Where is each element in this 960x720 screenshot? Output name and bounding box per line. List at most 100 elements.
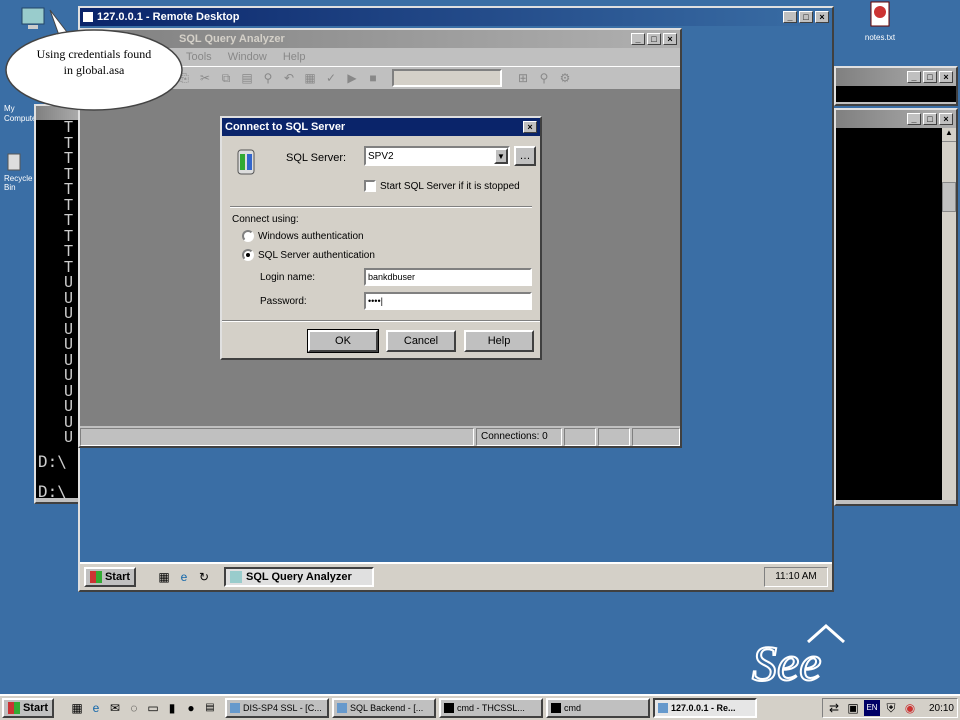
sql-server-icon xyxy=(237,149,255,175)
quicklaunch-folder-icon[interactable]: ▭ xyxy=(145,700,161,716)
quicklaunch-ie-icon[interactable]: e xyxy=(88,700,104,716)
start-if-stopped-checkbox[interactable]: Start SQL Server if it is stopped xyxy=(364,180,520,192)
background-window-right-cmd[interactable]: _ □ × ▲ xyxy=(834,108,958,506)
login-name-label: Login name: xyxy=(260,272,316,283)
close-icon[interactable]: × xyxy=(523,121,537,133)
quicklaunch-desktop-icon[interactable]: ▦ xyxy=(69,700,85,716)
check-icon[interactable]: ✓ xyxy=(323,70,339,86)
refresh-icon[interactable]: ↻ xyxy=(196,569,212,585)
close-icon[interactable]: × xyxy=(815,11,829,23)
taskbar-task-button[interactable]: cmd - THCSSL... xyxy=(439,698,543,718)
minimize-icon[interactable]: _ xyxy=(907,71,921,83)
minimize-icon[interactable]: _ xyxy=(631,33,645,45)
start-button[interactable]: Start xyxy=(2,698,54,718)
inner-task-query-analyzer[interactable]: SQL Query Analyzer xyxy=(224,567,374,587)
system-tray: ⇄ ▣ EN ⛨ ◉ 20:10 xyxy=(822,698,958,718)
minimize-icon[interactable]: _ xyxy=(907,113,921,125)
object-browser-icon[interactable]: ⊞ xyxy=(515,70,531,86)
radio-selected-icon[interactable] xyxy=(242,249,254,261)
help-button[interactable]: Help xyxy=(464,330,534,352)
database-dropdown[interactable] xyxy=(392,69,502,87)
maximize-icon[interactable]: □ xyxy=(647,33,661,45)
maximize-icon[interactable]: □ xyxy=(923,113,937,125)
stop-icon[interactable]: ■ xyxy=(365,70,381,86)
task-app-icon xyxy=(444,703,454,713)
ok-button[interactable]: OK xyxy=(307,329,379,353)
windows-auth-radio[interactable]: Windows authentication xyxy=(242,230,364,242)
recycle-bin-icon xyxy=(7,153,21,171)
find-icon[interactable]: ⚲ xyxy=(260,70,276,86)
quicklaunch-outlook-icon[interactable]: ✉ xyxy=(107,700,123,716)
scrollbar[interactable]: ▲ xyxy=(942,128,956,500)
windows-logo-icon xyxy=(7,702,20,714)
scroll-thumb[interactable] xyxy=(942,182,956,212)
connect-using-label: Connect using: xyxy=(232,214,299,225)
statusbar: Connections: 0 xyxy=(80,428,680,446)
tray-volume-icon[interactable]: ◉ xyxy=(902,700,918,716)
cancel-button[interactable]: Cancel xyxy=(386,330,456,352)
options-icon[interactable]: ⚙ xyxy=(557,70,573,86)
quicklaunch-cmd-icon[interactable]: ▮ xyxy=(164,700,180,716)
tray-en-icon[interactable]: EN xyxy=(864,700,880,716)
notes-icon xyxy=(870,1,890,27)
ie-icon[interactable]: e xyxy=(176,569,192,585)
sql-auth-radio[interactable]: SQL Server authentication xyxy=(242,249,375,261)
taskbar-task-button[interactable]: 127.0.0.1 - Re... xyxy=(653,698,757,718)
desktop-icon-notes[interactable]: notes.txt xyxy=(858,0,902,50)
svg-text:See: See xyxy=(752,635,821,691)
undo-icon[interactable]: ↶ xyxy=(281,70,297,86)
cmd-prompt-2: D:\ xyxy=(38,482,67,501)
scroll-up-icon[interactable]: ▲ xyxy=(942,128,956,142)
maximize-icon[interactable]: □ xyxy=(923,71,937,83)
task-label: cmd xyxy=(564,703,582,713)
taskbar-task-button[interactable]: DIS-SP4 SSL - [C... xyxy=(225,698,329,718)
background-window-right-top[interactable]: _ □ × xyxy=(834,66,958,106)
connect-dialog[interactable]: Connect to SQL Server × SQL Server: SPV2… xyxy=(220,116,542,360)
dialog-divider-bottom xyxy=(222,320,540,322)
paste-icon[interactable]: ▤ xyxy=(239,70,255,86)
copy-icon[interactable]: ⧉ xyxy=(218,70,234,86)
task-label: DIS-SP4 SSL - [C... xyxy=(243,703,322,713)
maximize-icon[interactable]: □ xyxy=(799,11,813,23)
see-logo: See xyxy=(751,623,845,692)
sql-server-select[interactable]: SPV2 ▼ xyxy=(364,146,510,166)
console-area xyxy=(836,128,942,500)
task-app-icon xyxy=(551,703,561,713)
minimize-icon[interactable]: _ xyxy=(783,11,797,23)
windows-logo-icon xyxy=(89,571,102,583)
desktop-icon-recycle[interactable]: Recycle Bin xyxy=(4,150,36,190)
close-icon[interactable]: × xyxy=(939,71,953,83)
cmd-prompt-1: D:\ xyxy=(38,452,67,471)
execute-icon[interactable]: ▶ xyxy=(344,70,360,86)
grid-icon[interactable]: ▦ xyxy=(302,70,318,86)
menu-help[interactable]: Help xyxy=(283,51,306,63)
sql-server-value: SPV2 xyxy=(368,150,394,162)
taskbar-task-button[interactable]: SQL Backend - [... xyxy=(332,698,436,718)
quicklaunch-app-icon[interactable]: ● xyxy=(183,700,199,716)
outer-taskbar: Start ▦ e ✉ ◌ ▭ ▮ ● ▤ DIS-SP4 SSL - [C..… xyxy=(0,694,960,720)
browse-servers-button[interactable]: … xyxy=(514,146,536,166)
tray-network-icon[interactable]: ⇄ xyxy=(826,700,842,716)
show-desktop-icon[interactable]: ▦ xyxy=(156,569,172,585)
chevron-down-icon[interactable]: ▼ xyxy=(494,148,508,164)
password-input[interactable]: ••••| xyxy=(364,292,532,310)
object-search-icon[interactable]: ⚲ xyxy=(536,70,552,86)
close-icon[interactable]: × xyxy=(939,113,953,125)
quicklaunch-text-icon[interactable]: ▤ xyxy=(202,700,218,716)
dialog-divider xyxy=(230,206,532,208)
task-label: 127.0.0.1 - Re... xyxy=(671,703,736,713)
task-app-icon xyxy=(658,703,668,713)
login-name-input[interactable]: bankdbuser xyxy=(364,268,532,286)
quicklaunch-media-icon[interactable]: ◌ xyxy=(126,700,142,716)
radio-unselected-icon[interactable] xyxy=(242,230,254,242)
console-output: TTTTTTTTTTUUUUUUUUUUU xyxy=(36,120,84,498)
close-icon[interactable]: × xyxy=(663,33,677,45)
tray-shield-icon[interactable]: ⛨ xyxy=(883,700,899,716)
menu-window[interactable]: Window xyxy=(228,51,267,63)
task-label: SQL Backend - [... xyxy=(350,703,424,713)
inner-start-button[interactable]: Start xyxy=(84,567,136,587)
connect-dialog-titlebar[interactable]: Connect to SQL Server × xyxy=(222,118,540,136)
tray-monitor-icon[interactable]: ▣ xyxy=(845,700,861,716)
taskbar-task-button[interactable]: cmd xyxy=(546,698,650,718)
checkbox-box[interactable] xyxy=(364,180,376,192)
